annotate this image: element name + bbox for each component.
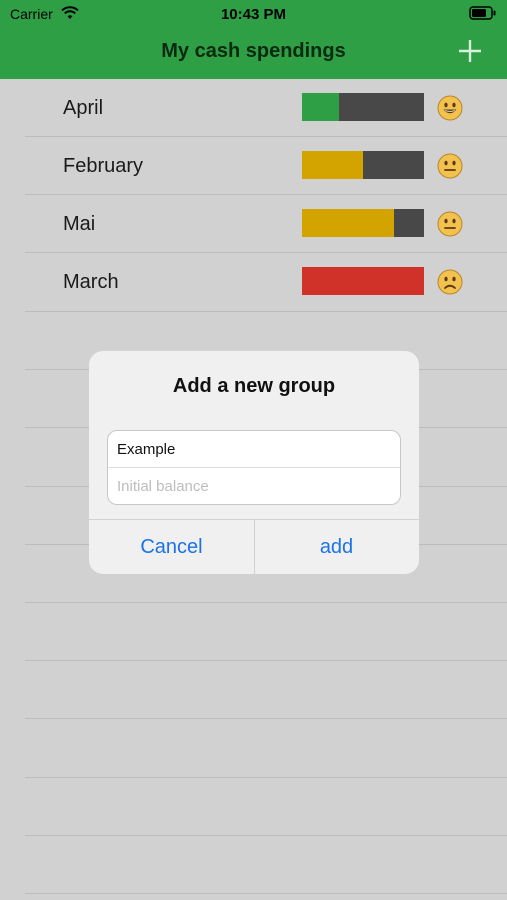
budget-bar-fill: [302, 267, 424, 295]
screen: Carrier 10:43 PM My cash spendings April: [0, 0, 507, 900]
add-button[interactable]: add: [254, 520, 419, 574]
row-separator: [25, 660, 507, 661]
neutral-face-icon: [437, 153, 463, 179]
group-row[interactable]: Mai: [0, 195, 507, 253]
dialog-fields: [107, 430, 401, 505]
header: Carrier 10:43 PM My cash spendings: [0, 0, 507, 79]
group-label: April: [63, 97, 104, 119]
battery-icon: [469, 6, 496, 20]
group-label: March: [63, 271, 119, 293]
group-label: Mai: [63, 213, 96, 235]
grinning-face-icon: [437, 95, 463, 121]
row-separator: [25, 835, 507, 836]
dialog-title: Add a new group: [172, 375, 336, 397]
frowning-face-icon: [437, 269, 463, 295]
initial-balance-field[interactable]: [108, 468, 400, 504]
group-name-field[interactable]: [108, 431, 400, 467]
row-separator: [25, 311, 507, 312]
budget-bar: [302, 151, 424, 179]
budget-bar-fill: [302, 151, 363, 179]
page-title: My cash spendings: [161, 40, 346, 62]
budget-bar-fill: [302, 93, 339, 121]
group-label: February: [63, 155, 144, 177]
status-bar: Carrier 10:43 PM: [0, 0, 507, 28]
budget-bar: [302, 267, 424, 295]
row-separator: [25, 777, 507, 778]
budget-bar-fill: [302, 209, 394, 237]
budget-bar: [302, 93, 424, 121]
add-group-dialog: Add a new group Cancel add: [89, 351, 419, 574]
budget-bar: [302, 209, 424, 237]
neutral-face-icon: [437, 211, 463, 237]
dialog-actions: Cancel add: [89, 519, 419, 574]
row-separator: [25, 718, 507, 719]
clock: 10:43 PM: [220, 6, 287, 23]
row-separator: [25, 893, 507, 894]
group-row[interactable]: April: [0, 79, 507, 137]
cancel-button[interactable]: Cancel: [89, 520, 254, 574]
row-separator: [25, 602, 507, 603]
group-row[interactable]: February: [0, 137, 507, 195]
group-row[interactable]: March: [0, 253, 507, 311]
plus-icon[interactable]: [455, 36, 485, 66]
